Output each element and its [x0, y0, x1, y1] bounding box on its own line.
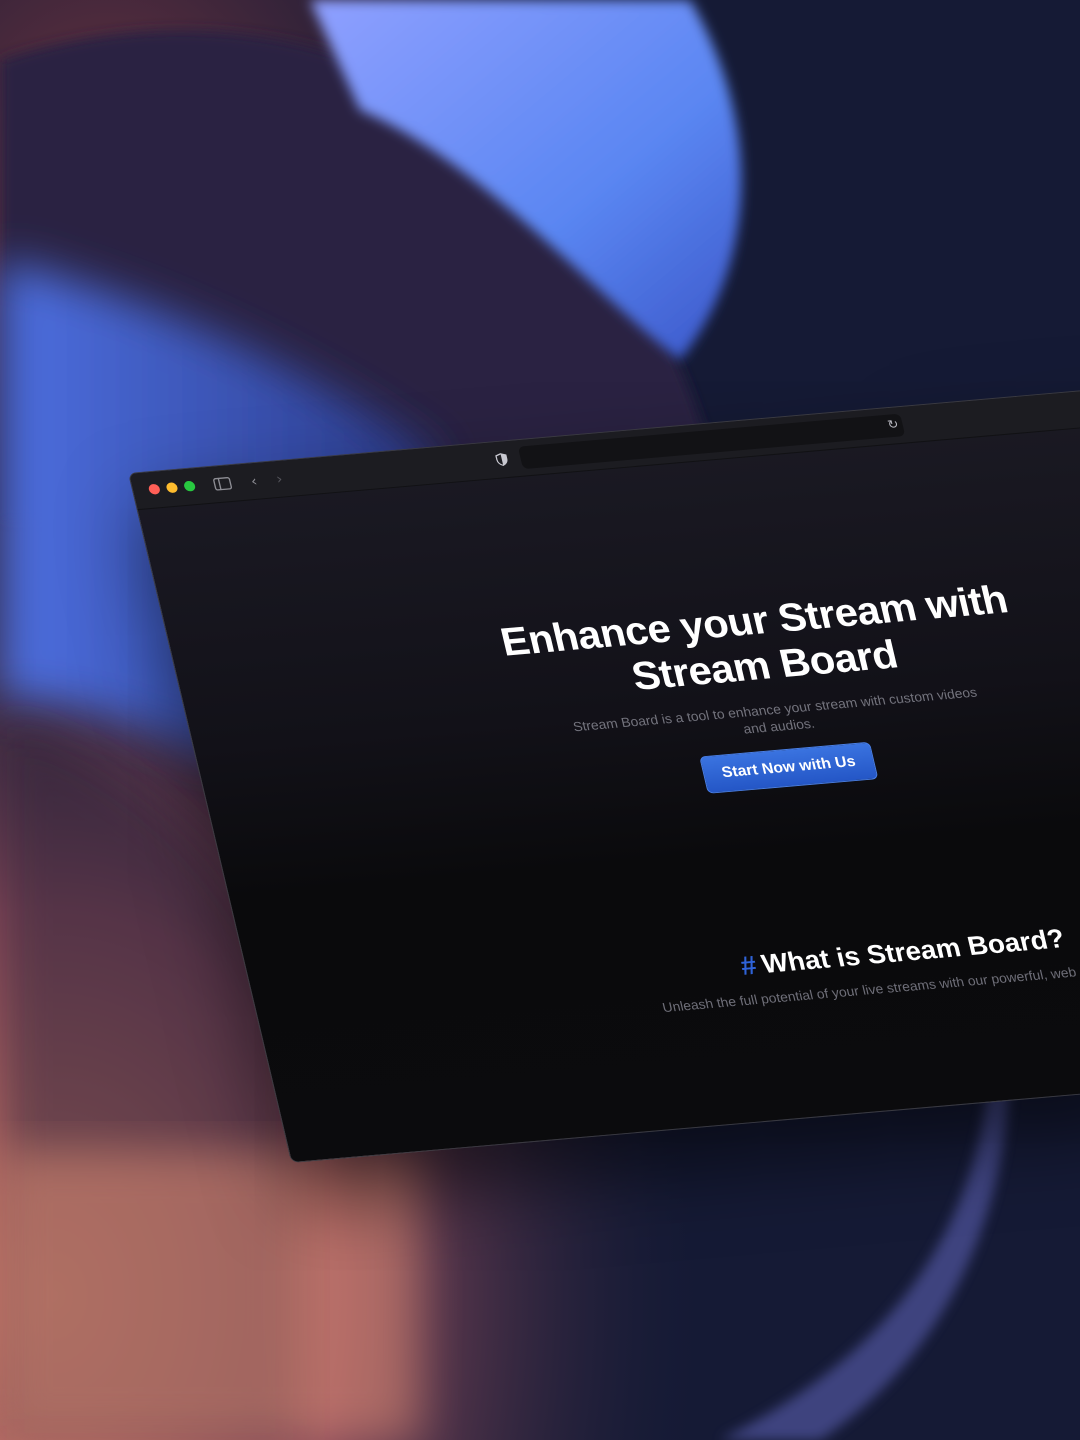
- hash-icon: #: [737, 950, 760, 981]
- browser-window: ‹ › ↻ Enhance your Stream with Stream Bo…: [128, 384, 1080, 1164]
- page-content: Enhance your Stream with Stream Board St…: [138, 421, 1080, 1162]
- start-now-button[interactable]: Start Now with Us: [699, 741, 879, 794]
- chevron-right-icon[interactable]: ›: [274, 469, 292, 489]
- hero-section: Enhance your Stream with Stream Board St…: [474, 575, 1067, 810]
- zoom-window-button[interactable]: [183, 480, 197, 492]
- minimize-window-button[interactable]: [165, 482, 179, 494]
- sidebar-icon[interactable]: [212, 474, 234, 494]
- close-window-button[interactable]: [147, 483, 161, 495]
- desktop-wallpaper: ‹ › ↻ Enhance your Stream with Stream Bo…: [0, 0, 1080, 1440]
- chevron-left-icon[interactable]: ‹: [249, 471, 267, 491]
- about-section: #What is Stream Board? Unleash the full …: [624, 913, 1080, 1018]
- shield-icon[interactable]: [494, 450, 512, 470]
